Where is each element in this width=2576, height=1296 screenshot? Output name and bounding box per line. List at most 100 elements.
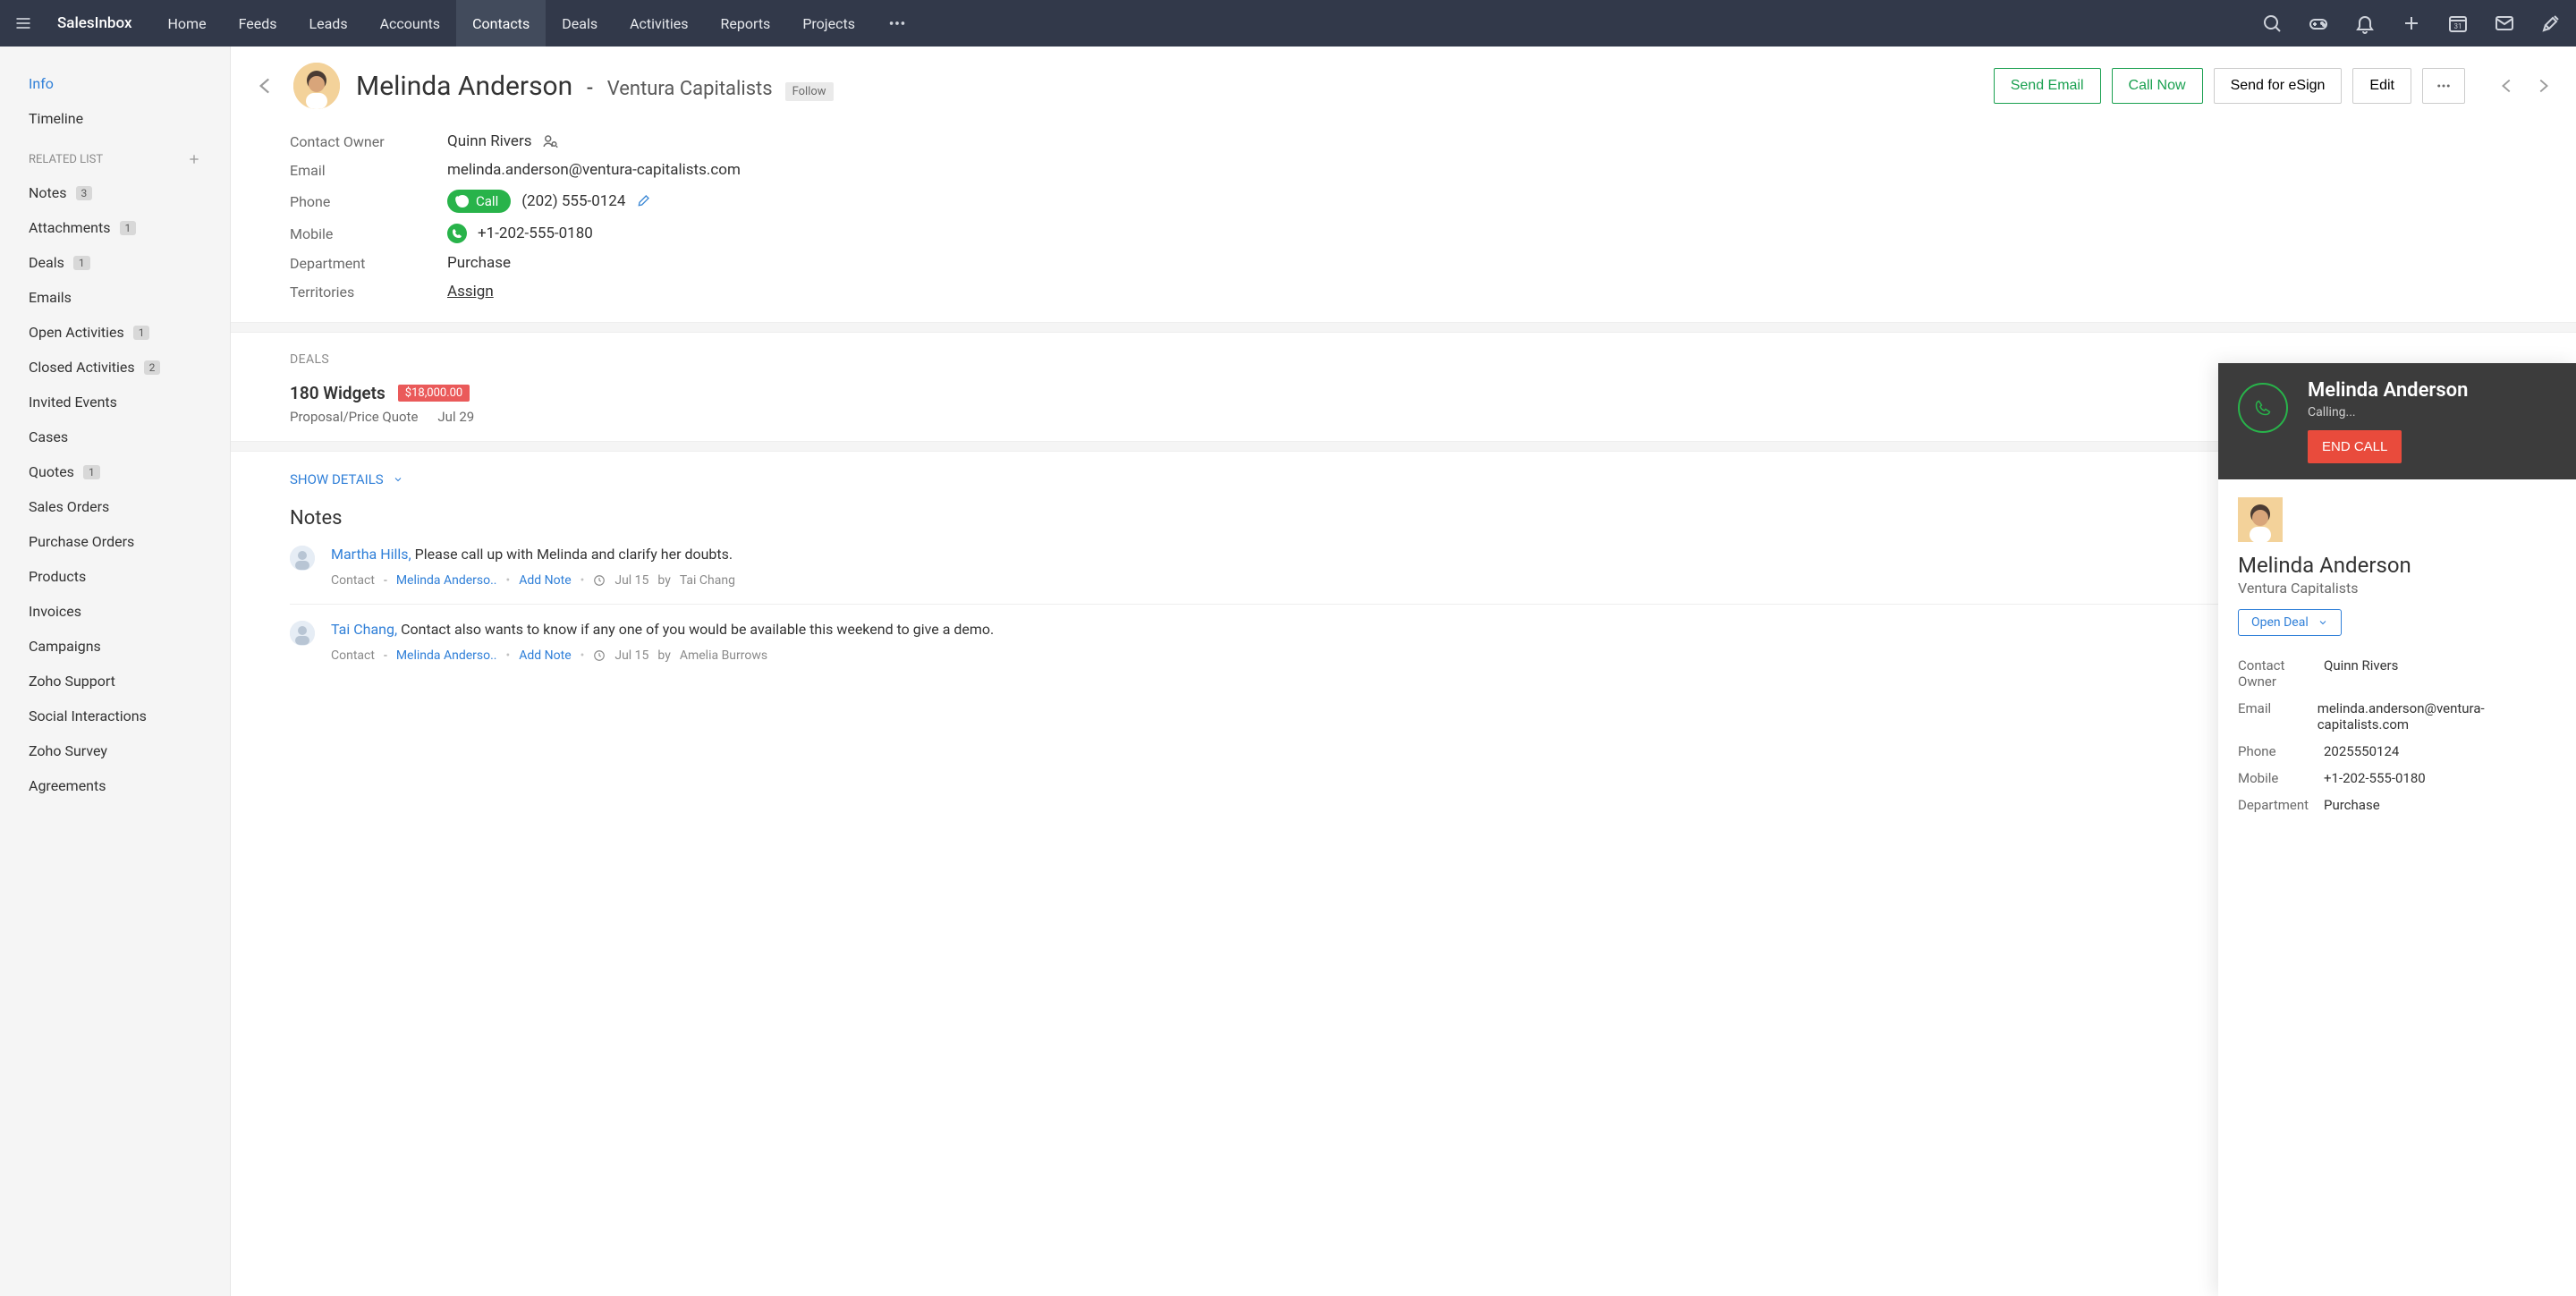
whatsapp-icon[interactable] <box>447 224 467 243</box>
sidebar-item-emails[interactable]: Emails <box>29 280 201 315</box>
edit-button[interactable]: Edit <box>2352 68 2411 104</box>
topbar: SalesInbox HomeFeedsLeadsAccountsContact… <box>0 0 2576 47</box>
record-header: Melinda Anderson - Ventura Capitalists F… <box>231 47 2576 125</box>
search-icon[interactable] <box>2261 13 2283 34</box>
assign-territory-link[interactable]: Assign <box>447 283 494 301</box>
back-icon[interactable] <box>254 74 277 97</box>
owner-label: Contact Owner <box>290 133 447 150</box>
sidebar-item-zoho-support[interactable]: Zoho Support <box>29 664 201 699</box>
owner-lookup-icon[interactable] <box>542 133 558 149</box>
email-value[interactable]: melinda.anderson@ventura-capitalists.com <box>447 161 741 179</box>
next-record-icon[interactable] <box>2533 76 2553 96</box>
nav-item-activities[interactable]: Activities <box>614 0 704 47</box>
prev-record-icon[interactable] <box>2497 76 2517 96</box>
nav-item-leads[interactable]: Leads <box>293 0 364 47</box>
department-label: Department <box>290 255 447 272</box>
contact-avatar <box>293 63 340 109</box>
sidebar-item-campaigns[interactable]: Campaigns <box>29 629 201 664</box>
cp-email-label: Email <box>2238 700 2318 733</box>
nav-item-deals[interactable]: Deals <box>546 0 614 47</box>
separator: - <box>581 75 598 100</box>
call-panel-avatar <box>2238 497 2283 542</box>
more-actions-button[interactable] <box>2422 68 2465 104</box>
sidebar-item-timeline[interactable]: Timeline <box>29 101 201 136</box>
topbar-right-icons: 31 <box>2261 13 2562 34</box>
sidebar-item-social-interactions[interactable]: Social Interactions <box>29 699 201 733</box>
note-avatar <box>290 546 315 571</box>
sidebar-item-open-activities[interactable]: Open Activities1 <box>29 315 201 350</box>
sidebar-item-invited-events[interactable]: Invited Events <box>29 385 201 419</box>
end-call-button[interactable]: END CALL <box>2308 430 2402 463</box>
mail-icon[interactable] <box>2494 13 2515 34</box>
deal-date: Jul 29 <box>437 409 474 425</box>
count-badge: 1 <box>133 326 150 340</box>
nav-item-reports[interactable]: Reports <box>705 0 787 47</box>
call-panel-company: Ventura Capitalists <box>2238 580 2556 597</box>
open-deal-button[interactable]: Open Deal <box>2238 609 2342 636</box>
plus-icon[interactable] <box>2401 13 2422 34</box>
cp-owner-label: Contact Owner <box>2238 657 2324 690</box>
note-related-link[interactable]: Melinda Anderso.. <box>396 573 497 588</box>
follow-button[interactable]: Follow <box>785 82 834 101</box>
sidebar-item-zoho-survey[interactable]: Zoho Survey <box>29 733 201 768</box>
deal-amount: $18,000.00 <box>398 385 470 402</box>
add-related-icon[interactable] <box>187 152 201 166</box>
sidebar-item-products[interactable]: Products <box>29 559 201 594</box>
clock-icon <box>593 649 606 662</box>
sidebar-item-deals[interactable]: Deals1 <box>29 245 201 280</box>
note-text: Please call up with Melinda and clarify … <box>415 546 733 563</box>
show-details-label: SHOW DETAILS <box>290 471 384 487</box>
sidebar-item-purchase-orders[interactable]: Purchase Orders <box>29 524 201 559</box>
add-note-link[interactable]: Add Note <box>519 573 571 588</box>
add-note-link[interactable]: Add Note <box>519 648 571 663</box>
count-badge: 2 <box>144 360 161 375</box>
nav-item-home[interactable]: Home <box>152 0 223 47</box>
cp-email-value: melinda.anderson@ventura-capitalists.com <box>2318 700 2556 733</box>
note-author[interactable]: Martha Hills, <box>331 546 415 563</box>
bell-icon[interactable] <box>2354 13 2376 34</box>
send-email-button[interactable]: Send Email <box>1994 68 2101 104</box>
note-item: Tai Chang, Contact also wants to know if… <box>290 604 2522 679</box>
count-badge: 1 <box>83 465 100 479</box>
mobile-value: +1-202-555-0180 <box>478 224 593 242</box>
note-type: Contact <box>331 573 375 588</box>
nav-item-feeds[interactable]: Feeds <box>223 0 293 47</box>
note-who: Amelia Burrows <box>680 648 767 663</box>
nav-item-accounts[interactable]: Accounts <box>364 0 456 47</box>
cp-department-value: Purchase <box>2324 797 2380 813</box>
cp-phone-value: 2025550124 <box>2324 743 2399 759</box>
sidebar-item-agreements[interactable]: Agreements <box>29 768 201 803</box>
nav-more-icon[interactable] <box>871 13 923 33</box>
sidebar-item-quotes[interactable]: Quotes1 <box>29 454 201 489</box>
note-by: by <box>657 573 670 588</box>
mobile-label: Mobile <box>290 225 447 242</box>
send-esign-button[interactable]: Send for eSign <box>2214 68 2343 104</box>
sidebar-item-sales-orders[interactable]: Sales Orders <box>29 489 201 524</box>
sidebar-item-closed-activities[interactable]: Closed Activities2 <box>29 350 201 385</box>
owner-value: Quinn Rivers <box>447 132 531 150</box>
note-related-link[interactable]: Melinda Anderso.. <box>396 648 497 663</box>
call-now-button[interactable]: Call Now <box>2112 68 2203 104</box>
sidebar: InfoTimeline RELATED LIST Notes3Attachme… <box>0 47 231 1296</box>
gamepad-icon[interactable] <box>2308 13 2329 34</box>
deal-name[interactable]: 180 Widgets <box>290 383 386 403</box>
sidebar-item-cases[interactable]: Cases <box>29 419 201 454</box>
sidebar-item-attachments[interactable]: Attachments1 <box>29 210 201 245</box>
note-author[interactable]: Tai Chang, <box>331 621 401 638</box>
note-meta: Contact - Melinda Anderso..•Add Note•Jul… <box>331 648 2522 663</box>
edit-phone-icon[interactable] <box>636 194 650 208</box>
sidebar-item-notes[interactable]: Notes3 <box>29 175 201 210</box>
department-value: Purchase <box>447 254 511 272</box>
note-meta: Contact - Melinda Anderso..•Add Note•Jul… <box>331 573 2522 588</box>
brand[interactable]: SalesInbox <box>57 14 132 32</box>
sidebar-item-invoices[interactable]: Invoices <box>29 594 201 629</box>
menu-icon[interactable] <box>14 14 32 32</box>
nav-item-projects[interactable]: Projects <box>786 0 871 47</box>
sidebar-item-info[interactable]: Info <box>29 66 201 101</box>
calendar-icon[interactable]: 31 <box>2447 13 2469 34</box>
cp-mobile-value: +1-202-555-0180 <box>2324 770 2426 786</box>
call-panel-contact-name: Melinda Anderson <box>2238 553 2556 578</box>
nav-item-contacts[interactable]: Contacts <box>456 0 546 47</box>
tools-icon[interactable] <box>2540 13 2562 34</box>
call-pill-button[interactable]: Call <box>447 190 511 213</box>
